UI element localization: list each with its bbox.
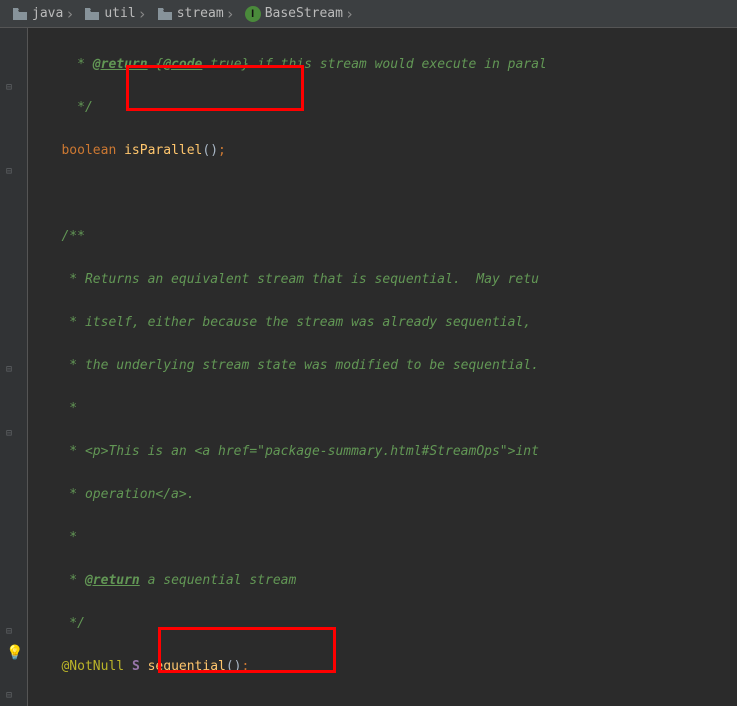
breadcrumb-item-java[interactable]: java › <box>8 5 80 23</box>
chevron-right-icon: › <box>345 5 354 23</box>
code-line[interactable]: * the underlying stream state was modifi… <box>38 355 737 377</box>
breadcrumb-label: stream <box>177 6 224 21</box>
code-line[interactable]: * <box>38 398 737 420</box>
code-line[interactable]: boolean isParallel(); <box>38 140 737 162</box>
code-line[interactable]: * @return {@code true} if this stream wo… <box>38 54 737 76</box>
chevron-right-icon: › <box>65 5 74 23</box>
intention-bulb-icon[interactable]: 💡 <box>6 645 23 661</box>
fold-marker-icon[interactable]: ⊟ <box>6 428 12 439</box>
code-line[interactable]: * Returns an equivalent stream that is s… <box>38 269 737 291</box>
breadcrumb-label: util <box>104 6 135 21</box>
breadcrumb-item-basestream[interactable]: I BaseStream › <box>241 5 360 23</box>
breadcrumb-label: java <box>32 6 63 21</box>
code-line[interactable]: * itself, either because the stream was … <box>38 312 737 334</box>
code-line[interactable]: @NotNull S sequential(); <box>38 656 737 678</box>
interface-icon: I <box>245 7 261 21</box>
folder-icon <box>157 7 173 21</box>
fold-marker-icon[interactable]: ⊟ <box>6 690 12 701</box>
code-area[interactable]: * @return {@code true} if this stream wo… <box>28 28 737 706</box>
code-line[interactable]: */ <box>38 97 737 119</box>
breadcrumb-item-util[interactable]: util › <box>80 5 152 23</box>
code-line[interactable]: * @return a sequential stream <box>38 570 737 592</box>
folder-icon <box>84 7 100 21</box>
code-line[interactable]: * operation</a>. <box>38 484 737 506</box>
gutter[interactable]: ⊟ ⊟ ⊟ ⊟ ⊟ 💡 ⊟ <box>0 28 28 706</box>
code-line[interactable]: * <p>This is an <a href="package-summary… <box>38 441 737 463</box>
code-line[interactable]: /** <box>38 226 737 248</box>
code-line[interactable] <box>38 183 737 205</box>
breadcrumb-bar: java › util › stream › I BaseStream › <box>0 0 737 28</box>
fold-marker-icon[interactable]: ⊟ <box>6 626 12 637</box>
breadcrumb-item-stream[interactable]: stream › <box>153 5 241 23</box>
chevron-right-icon: › <box>226 5 235 23</box>
code-line[interactable] <box>38 699 737 706</box>
code-line[interactable]: */ <box>38 613 737 635</box>
fold-marker-icon[interactable]: ⊟ <box>6 166 12 177</box>
chevron-right-icon: › <box>138 5 147 23</box>
folder-icon <box>12 7 28 21</box>
editor: ⊟ ⊟ ⊟ ⊟ ⊟ 💡 ⊟ * @return {@code true} if … <box>0 28 737 706</box>
fold-marker-icon[interactable]: ⊟ <box>6 364 12 375</box>
fold-marker-icon[interactable]: ⊟ <box>6 82 12 93</box>
breadcrumb-label: BaseStream <box>265 6 343 21</box>
code-line[interactable]: * <box>38 527 737 549</box>
